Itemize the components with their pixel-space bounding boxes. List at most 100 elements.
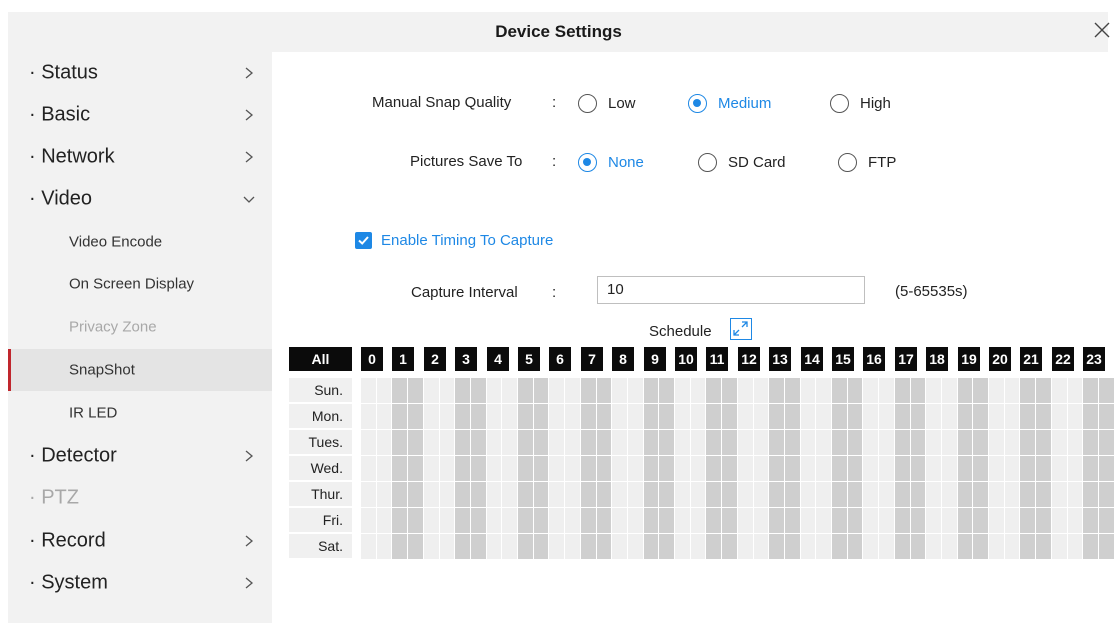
schedule-cell[interactable] xyxy=(612,482,627,507)
schedule-cell[interactable] xyxy=(1020,378,1035,403)
schedule-cell[interactable] xyxy=(801,430,815,455)
schedule-cell[interactable] xyxy=(1020,534,1035,559)
schedule-cell[interactable] xyxy=(377,534,391,559)
schedule-cell[interactable] xyxy=(675,404,690,429)
schedule-cell[interactable] xyxy=(581,456,596,481)
schedule-cell[interactable] xyxy=(534,534,548,559)
schedule-hour-16[interactable]: 16 xyxy=(863,347,885,371)
schedule-cell[interactable] xyxy=(958,378,972,403)
schedule-cell[interactable] xyxy=(628,508,643,533)
schedule-cell[interactable] xyxy=(911,508,925,533)
schedule-cell[interactable] xyxy=(973,430,988,455)
schedule-hour-6[interactable]: 6 xyxy=(549,347,571,371)
schedule-cell[interactable] xyxy=(644,404,658,429)
schedule-cell[interactable] xyxy=(644,430,658,455)
schedule-cell[interactable] xyxy=(769,404,784,429)
schedule-cell[interactable] xyxy=(926,404,941,429)
schedule-cell[interactable] xyxy=(706,534,721,559)
schedule-cell[interactable] xyxy=(581,508,596,533)
schedule-day-fri[interactable]: Fri. xyxy=(289,508,352,533)
schedule-cell[interactable] xyxy=(361,430,376,455)
schedule-cell[interactable] xyxy=(518,534,533,559)
schedule-cell[interactable] xyxy=(659,430,674,455)
schedule-cell[interactable] xyxy=(377,404,391,429)
capture-interval-input[interactable]: 10 xyxy=(597,276,865,304)
schedule-cell[interactable] xyxy=(863,378,878,403)
schedule-cell[interactable] xyxy=(565,430,580,455)
schedule-cell[interactable] xyxy=(989,404,1004,429)
schedule-cell[interactable] xyxy=(1036,430,1051,455)
save-to-sd-card-radio[interactable]: SD Card xyxy=(698,151,786,173)
schedule-cell[interactable] xyxy=(675,430,690,455)
schedule-cell[interactable] xyxy=(1020,456,1035,481)
schedule-cell[interactable] xyxy=(377,508,391,533)
schedule-cell[interactable] xyxy=(863,430,878,455)
schedule-cell[interactable] xyxy=(738,456,753,481)
schedule-hour-2[interactable]: 2 xyxy=(424,347,446,371)
schedule-cell[interactable] xyxy=(706,378,721,403)
schedule-cell[interactable] xyxy=(738,378,753,403)
schedule-hour-15[interactable]: 15 xyxy=(832,347,854,371)
schedule-cell[interactable] xyxy=(942,534,957,559)
schedule-cell[interactable] xyxy=(816,430,831,455)
schedule-cell[interactable] xyxy=(769,534,784,559)
schedule-cell[interactable] xyxy=(1068,482,1082,507)
schedule-cell[interactable] xyxy=(597,534,611,559)
schedule-cell[interactable] xyxy=(612,534,627,559)
schedule-cell[interactable] xyxy=(1020,508,1035,533)
schedule-day-thur[interactable]: Thur. xyxy=(289,482,352,507)
schedule-cell[interactable] xyxy=(581,378,596,403)
schedule-cell[interactable] xyxy=(1036,456,1051,481)
schedule-cell[interactable] xyxy=(722,534,737,559)
schedule-cell[interactable] xyxy=(801,534,815,559)
schedule-day-wed[interactable]: Wed. xyxy=(289,456,352,481)
schedule-cell[interactable] xyxy=(502,508,517,533)
schedule-cell[interactable] xyxy=(895,534,910,559)
schedule-cell[interactable] xyxy=(754,456,768,481)
schedule-cell[interactable] xyxy=(659,482,674,507)
schedule-cell[interactable] xyxy=(1099,430,1114,455)
schedule-cell[interactable] xyxy=(801,404,815,429)
schedule-cell[interactable] xyxy=(487,482,501,507)
schedule-cell[interactable] xyxy=(942,404,957,429)
schedule-cell[interactable] xyxy=(738,508,753,533)
schedule-hour-11[interactable]: 11 xyxy=(706,347,728,371)
schedule-cell[interactable] xyxy=(628,378,643,403)
snap-quality-low-radio[interactable]: Low xyxy=(578,92,636,114)
schedule-hour-13[interactable]: 13 xyxy=(769,347,791,371)
schedule-cell[interactable] xyxy=(628,534,643,559)
schedule-cell[interactable] xyxy=(1020,404,1035,429)
schedule-cell[interactable] xyxy=(879,378,894,403)
schedule-cell[interactable] xyxy=(581,404,596,429)
schedule-cell[interactable] xyxy=(911,430,925,455)
schedule-cell[interactable] xyxy=(754,378,768,403)
schedule-cell[interactable] xyxy=(769,430,784,455)
enable-timing-checkbox[interactable]: Enable Timing To Capture xyxy=(355,232,553,249)
schedule-cell[interactable] xyxy=(534,378,548,403)
schedule-cell[interactable] xyxy=(895,378,910,403)
schedule-cell[interactable] xyxy=(832,404,847,429)
schedule-cell[interactable] xyxy=(911,482,925,507)
schedule-cell[interactable] xyxy=(691,482,705,507)
schedule-cell[interactable] xyxy=(879,482,894,507)
schedule-cell[interactable] xyxy=(628,404,643,429)
schedule-cell[interactable] xyxy=(471,534,486,559)
schedule-cell[interactable] xyxy=(549,534,564,559)
schedule-cell[interactable] xyxy=(487,508,501,533)
schedule-cell[interactable] xyxy=(471,456,486,481)
schedule-cell[interactable] xyxy=(659,456,674,481)
schedule-cell[interactable] xyxy=(502,378,517,403)
schedule-cell[interactable] xyxy=(1068,378,1082,403)
schedule-cell[interactable] xyxy=(926,456,941,481)
schedule-cell[interactable] xyxy=(424,430,439,455)
schedule-cell[interactable] xyxy=(534,430,548,455)
schedule-cell[interactable] xyxy=(408,404,423,429)
schedule-cell[interactable] xyxy=(1052,456,1067,481)
sidebar-item-ir-led[interactable]: IR LED xyxy=(8,392,272,434)
schedule-cell[interactable] xyxy=(1036,482,1051,507)
schedule-cell[interactable] xyxy=(361,404,376,429)
schedule-cell[interactable] xyxy=(722,456,737,481)
schedule-cell[interactable] xyxy=(973,482,988,507)
schedule-cell[interactable] xyxy=(424,378,439,403)
schedule-cell[interactable] xyxy=(706,404,721,429)
